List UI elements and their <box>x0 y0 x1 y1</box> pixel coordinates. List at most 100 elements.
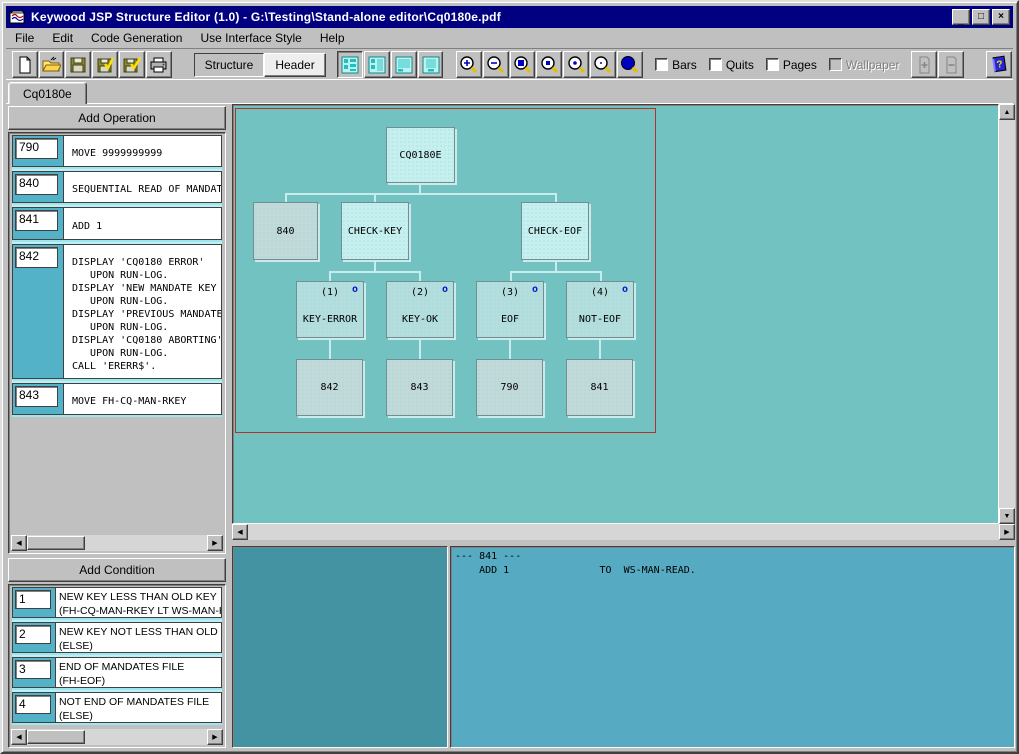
minimize-button[interactable]: _ <box>952 9 970 25</box>
help-button[interactable]: ? <box>986 51 1012 78</box>
layout-view-1-button[interactable] <box>337 51 363 78</box>
node-label: KEY-ERROR <box>297 314 363 325</box>
save-check-icon <box>96 56 114 74</box>
node-check-key[interactable]: CHECK-KEY <box>341 202 409 260</box>
operation-list-hscrollbar[interactable]: ◀ ▶ <box>11 535 223 551</box>
node-eof[interactable]: (3) o EOF <box>476 281 544 338</box>
node-843[interactable]: 843 <box>386 359 453 416</box>
node-790[interactable]: 790 <box>476 359 543 416</box>
layout-view-4-button[interactable] <box>418 51 444 78</box>
save-check-button[interactable] <box>92 51 118 78</box>
condition-marker-icon: o <box>442 284 448 295</box>
operation-item-790[interactable]: 790 MOVE 9999999999 TO FH <box>12 135 222 167</box>
condition-list-hscrollbar[interactable]: ◀ ▶ <box>11 729 223 745</box>
condition-item-2[interactable]: 2 NEW KEY NOT LESS THAN OLD KEY (ELSE) <box>12 622 222 653</box>
operation-item-841[interactable]: 841 ADD 1 TO WS-MA <box>12 207 222 240</box>
window-title: Keywood JSP Structure Editor (1.0) - G:\… <box>31 10 501 24</box>
node-label: 841 <box>590 382 608 393</box>
add-operation-button[interactable]: Add Operation <box>8 106 226 130</box>
canvas-vscrollbar[interactable]: ▲ ▼ <box>999 104 1015 524</box>
operation-item-strip: 840 <box>13 172 63 202</box>
help-book-icon: ? <box>990 55 1008 74</box>
maximize-button[interactable]: □ <box>972 9 990 25</box>
scroll-up-icon[interactable]: ▲ <box>999 104 1015 120</box>
scroll-left-icon[interactable]: ◀ <box>11 535 27 551</box>
operation-number: 840 <box>15 174 58 195</box>
save-button[interactable] <box>65 51 91 78</box>
menu-edit[interactable]: Edit <box>43 29 82 47</box>
close-button[interactable]: × <box>992 9 1010 25</box>
header-toggle-button[interactable]: Header <box>264 53 325 77</box>
node-cq0180e[interactable]: CQ0180E <box>386 127 455 183</box>
pages-checkbox[interactable] <box>766 58 779 71</box>
zoom-medium-icon <box>540 55 559 74</box>
zoom-in-button[interactable] <box>456 51 482 78</box>
app-window: Keywood JSP Structure Editor (1.0) - G:\… <box>0 0 1019 754</box>
zoom-small-icon <box>567 55 586 74</box>
condition-item-1[interactable]: 1 NEW KEY LESS THAN OLD KEY (FH-CQ-MAN-R… <box>12 587 222 618</box>
node-842[interactable]: 842 <box>296 359 363 416</box>
zoom-tiny-icon <box>593 55 612 74</box>
scroll-right-icon[interactable]: ▶ <box>207 535 223 551</box>
operation-item-842[interactable]: 842 DISPLAY 'CQ0180 ERROR' UPON RUN-LOG.… <box>12 244 222 379</box>
menu-code-generation[interactable]: Code Generation <box>82 29 191 47</box>
scroll-right-icon[interactable]: ▶ <box>207 729 223 745</box>
node-841[interactable]: 841 <box>566 359 633 416</box>
zoom-tiny-button[interactable] <box>590 51 616 78</box>
wallpaper-checkbox-label: Wallpaper <box>846 58 900 72</box>
zoom-large-button[interactable] <box>510 51 536 78</box>
node-840[interactable]: 840 <box>253 202 318 260</box>
zoom-full-button[interactable] <box>617 51 643 78</box>
bars-checkbox[interactable] <box>655 58 668 71</box>
node-label: KEY-OK <box>387 314 453 325</box>
zoom-small-button[interactable] <box>563 51 589 78</box>
zoom-out-icon <box>486 55 505 74</box>
operation-item-843[interactable]: 843 MOVE FH-CQ-MAN-RKEY TO <box>12 383 222 415</box>
save-icon <box>69 56 87 74</box>
operation-number: 841 <box>15 210 58 231</box>
menu-bar: File Edit Code Generation Use Interface … <box>6 29 1013 47</box>
condition-text: NEW KEY LESS THAN OLD KEY (FH-CQ-MAN-RKE… <box>55 588 221 617</box>
condition-item-3[interactable]: 3 END OF MANDATES FILE (FH-EOF) <box>12 657 222 688</box>
structure-canvas[interactable]: CQ0180E 840 CHECK-KEY CHECK-EOF (1) o KE… <box>232 104 999 524</box>
page-minus-icon <box>943 56 960 74</box>
node-not-eof[interactable]: (4) o NOT-EOF <box>566 281 634 338</box>
tab-cq0180e[interactable]: Cq0180e <box>8 82 87 104</box>
connector-line <box>285 193 287 202</box>
layout-view-2-button[interactable] <box>364 51 390 78</box>
scrollbar-thumb[interactable] <box>27 536 85 550</box>
pages-checkbox-label: Pages <box>783 58 817 72</box>
node-key-ok[interactable]: (2) o KEY-OK <box>386 281 454 338</box>
condition-item-strip: 3 <box>13 658 55 687</box>
node-label: 840 <box>276 226 294 237</box>
quits-checkbox[interactable] <box>709 58 722 71</box>
scroll-right-icon[interactable]: ▶ <box>999 524 1015 540</box>
node-check-eof[interactable]: CHECK-EOF <box>521 202 589 260</box>
scroll-left-icon[interactable]: ◀ <box>232 524 248 540</box>
condition-text: NOT END OF MANDATES FILE (ELSE) <box>55 693 221 722</box>
print-button[interactable] <box>146 51 172 78</box>
structure-toggle-button[interactable]: Structure <box>194 53 265 77</box>
add-condition-button[interactable]: Add Condition <box>8 558 226 582</box>
new-file-button[interactable] <box>12 51 38 78</box>
open-file-button[interactable] <box>39 51 65 78</box>
menu-file[interactable]: File <box>6 29 43 47</box>
menu-use-interface-style[interactable]: Use Interface Style <box>191 29 310 47</box>
save-all-check-button[interactable] <box>119 51 145 78</box>
connector-line <box>419 337 421 359</box>
node-label: 843 <box>410 382 428 393</box>
layout-view-3-button[interactable] <box>391 51 417 78</box>
condition-item-4[interactable]: 4 NOT END OF MANDATES FILE (ELSE) <box>12 692 222 723</box>
zoom-medium-button[interactable] <box>536 51 562 78</box>
scroll-down-icon[interactable]: ▼ <box>999 508 1015 524</box>
operation-item-840[interactable]: 840 SEQUENTIAL READ OF MANDAT <box>12 171 222 203</box>
connector-line <box>599 337 601 359</box>
zoom-out-button[interactable] <box>483 51 509 78</box>
canvas-hscrollbar[interactable]: ◀ ▶ <box>232 524 1015 540</box>
layout-view-1-icon <box>341 56 359 74</box>
menu-help[interactable]: Help <box>311 29 354 47</box>
condition-number: 2 <box>15 625 51 644</box>
scroll-left-icon[interactable]: ◀ <box>11 729 27 745</box>
node-key-error[interactable]: (1) o KEY-ERROR <box>296 281 364 338</box>
scrollbar-thumb[interactable] <box>27 730 85 744</box>
